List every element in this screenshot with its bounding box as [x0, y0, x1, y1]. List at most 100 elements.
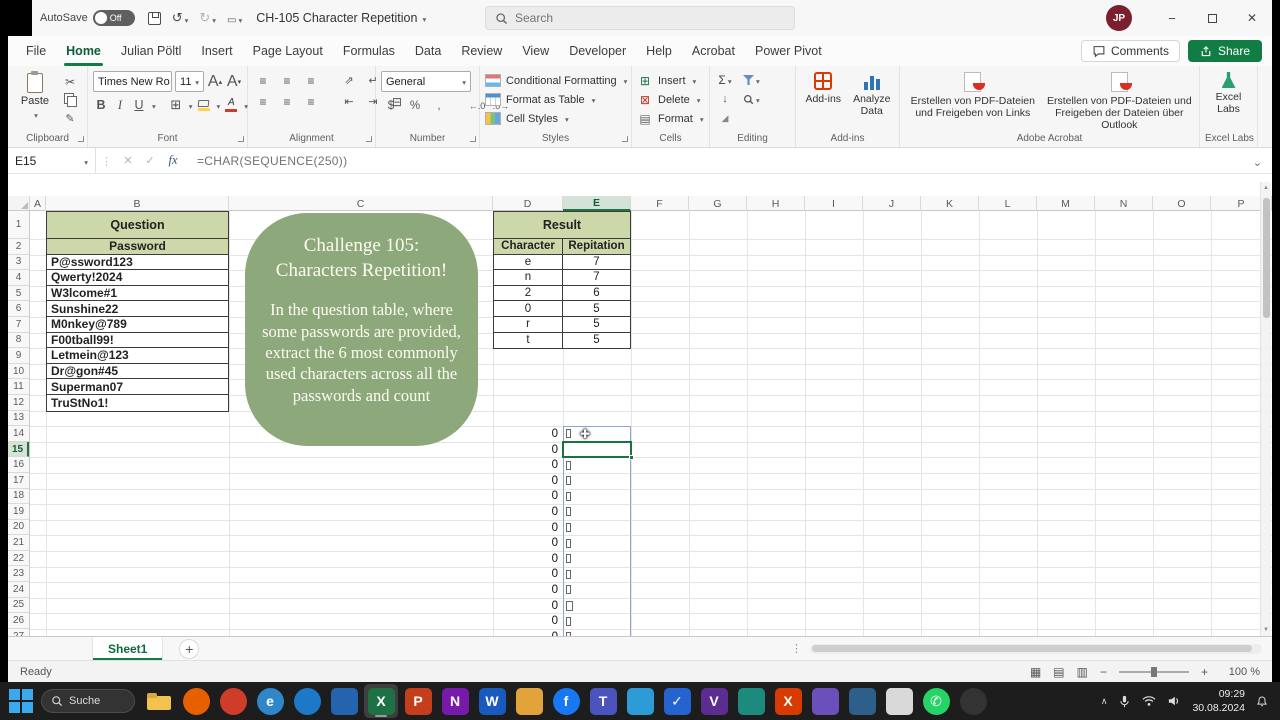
conditional-formatting-button[interactable]: Conditional Formatting: [485, 71, 626, 90]
column-header-m[interactable]: M: [1037, 196, 1095, 211]
sort-filter-button[interactable]: [743, 72, 760, 88]
fill-button[interactable]: [717, 91, 733, 107]
menu-tab-file[interactable]: File: [16, 36, 56, 66]
decrease-font-size-button[interactable]: A: [226, 73, 242, 90]
titlebar-search-box[interactable]: [485, 6, 795, 30]
row-header-24[interactable]: 24: [8, 582, 29, 598]
copy-button[interactable]: [62, 92, 78, 108]
cell-d18[interactable]: 0: [493, 489, 563, 505]
cell-d23[interactable]: 0: [493, 567, 563, 583]
cell-b12-password[interactable]: TruStNo1!: [47, 394, 228, 411]
cell-e4-repetition[interactable]: 7: [563, 270, 630, 285]
cancel-button[interactable]: [117, 154, 139, 167]
vertical-scrollbar-thumb[interactable]: [1263, 198, 1270, 318]
cell-e6-repetition[interactable]: 5: [563, 301, 630, 316]
vertical-scrollbar[interactable]: [1260, 182, 1271, 636]
decrease-indent-button[interactable]: [341, 94, 357, 110]
row-header-16[interactable]: 16: [8, 457, 29, 473]
sheet-tab-sheet1[interactable]: Sheet1: [92, 637, 164, 660]
cell-styles-button[interactable]: Cell Styles: [485, 109, 626, 128]
row-header-15[interactable]: 15: [8, 441, 29, 458]
cell-e27[interactable]: [563, 629, 631, 636]
autosave-toggle[interactable]: Off: [92, 10, 135, 26]
cell-d22[interactable]: 0: [493, 551, 563, 567]
taskbar-clock[interactable]: 09:29 30.08.2024: [1192, 687, 1245, 715]
underline-button[interactable]: U: [131, 97, 147, 113]
wifi-icon[interactable]: [1142, 695, 1156, 707]
taskbar-app-onenote[interactable]: N: [438, 684, 472, 718]
row-header-19[interactable]: 19: [8, 504, 29, 520]
align-right-button[interactable]: [303, 94, 319, 110]
styles-dialog-launcher[interactable]: [622, 136, 628, 142]
taskbar-app-word[interactable]: W: [475, 684, 509, 718]
menu-tab-developer[interactable]: Developer: [559, 36, 636, 66]
cell-d25[interactable]: 0: [493, 598, 563, 614]
cell-e8-repetition[interactable]: 5: [563, 333, 630, 349]
cell-e5-repetition[interactable]: 6: [563, 286, 630, 301]
cut-button[interactable]: [62, 74, 78, 90]
scroll-down-arrow-icon[interactable]: [1261, 624, 1271, 636]
column-header-e[interactable]: E: [563, 196, 631, 211]
cell-d16[interactable]: 0: [493, 457, 563, 473]
number-format-select[interactable]: General: [381, 71, 471, 92]
save-button[interactable]: [147, 11, 161, 25]
currency-format-button[interactable]: $: [383, 98, 399, 114]
row-header-3[interactable]: 3: [8, 255, 29, 271]
notifications-bell-icon[interactable]: [1256, 695, 1268, 708]
taskbar-app-visual-studio[interactable]: V: [697, 684, 731, 718]
cell-e21[interactable]: [563, 535, 631, 551]
column-header-l[interactable]: L: [979, 196, 1037, 211]
comma-format-button[interactable]: ,: [431, 98, 447, 114]
delete-cells-button[interactable]: Delete: [637, 90, 704, 109]
cell-e3-repetition[interactable]: 7: [563, 255, 630, 270]
clear-button[interactable]: [717, 110, 733, 126]
alignment-dialog-launcher[interactable]: [366, 136, 372, 142]
row-header-4[interactable]: 4: [8, 270, 29, 286]
column-header-o[interactable]: O: [1153, 196, 1211, 211]
excel-labs-button[interactable]: Excel Labs: [1205, 72, 1252, 115]
borders-button[interactable]: [168, 97, 184, 113]
taskbar-app-app-blue-round[interactable]: [290, 684, 324, 718]
hidden-icons-button[interactable]: [1101, 696, 1108, 707]
row-header-8[interactable]: 8: [8, 333, 29, 349]
result-table-title[interactable]: Result: [494, 212, 630, 239]
autosave-control[interactable]: AutoSave Off: [40, 10, 135, 26]
orientation-button[interactable]: [341, 73, 357, 89]
cell-d19[interactable]: 0: [493, 504, 563, 520]
zoom-out-button[interactable]: [1100, 665, 1107, 679]
cell-b3-password[interactable]: P@ssword123: [47, 254, 228, 271]
name-box[interactable]: E15: [8, 148, 96, 173]
font-name-select[interactable]: Times New Ro: [93, 71, 173, 92]
row-header-6[interactable]: 6: [8, 301, 29, 317]
font-dialog-launcher[interactable]: [238, 136, 244, 142]
cell-e22[interactable]: [563, 551, 631, 567]
enter-button[interactable]: [139, 154, 161, 167]
align-bottom-button[interactable]: [303, 73, 319, 89]
taskbar-app-todo[interactable]: ✓: [660, 684, 694, 718]
cell-b5-password[interactable]: W3lcome#1: [47, 285, 228, 302]
cell-e23[interactable]: [563, 567, 631, 583]
menu-tab-formulas[interactable]: Formulas: [333, 36, 405, 66]
cell-d24[interactable]: 0: [493, 582, 563, 598]
align-top-button[interactable]: [255, 73, 271, 89]
autosum-button[interactable]: Σ: [717, 72, 733, 88]
user-avatar[interactable]: JP: [1106, 5, 1132, 31]
row-header-7[interactable]: 7: [8, 317, 29, 333]
align-center-button[interactable]: [279, 94, 295, 110]
redo-button[interactable]: [199, 10, 216, 26]
new-sheet-button[interactable]: [179, 638, 200, 659]
format-cells-button[interactable]: Format: [637, 109, 704, 128]
bold-button[interactable]: B: [93, 97, 109, 113]
formula-input[interactable]: =CHAR(SEQUENCE(250)): [185, 154, 1272, 168]
cell-e16[interactable]: [563, 457, 631, 473]
tab-bar-splitter[interactable]: [791, 642, 802, 655]
create-pdf-share-links-button[interactable]: Erstellen von PDF-Dateien und Freigeben …: [905, 72, 1041, 119]
share-button[interactable]: Share: [1187, 40, 1262, 62]
row-header-9[interactable]: 9: [8, 348, 29, 364]
row-header-10[interactable]: 10: [8, 364, 29, 380]
fill-color-button[interactable]: [196, 97, 212, 113]
collapse-ribbon-button[interactable]: [1253, 153, 1262, 171]
row-header-21[interactable]: 21: [8, 535, 29, 551]
page-break-view-button[interactable]: [1077, 665, 1088, 679]
column-header-b[interactable]: B: [46, 196, 229, 211]
